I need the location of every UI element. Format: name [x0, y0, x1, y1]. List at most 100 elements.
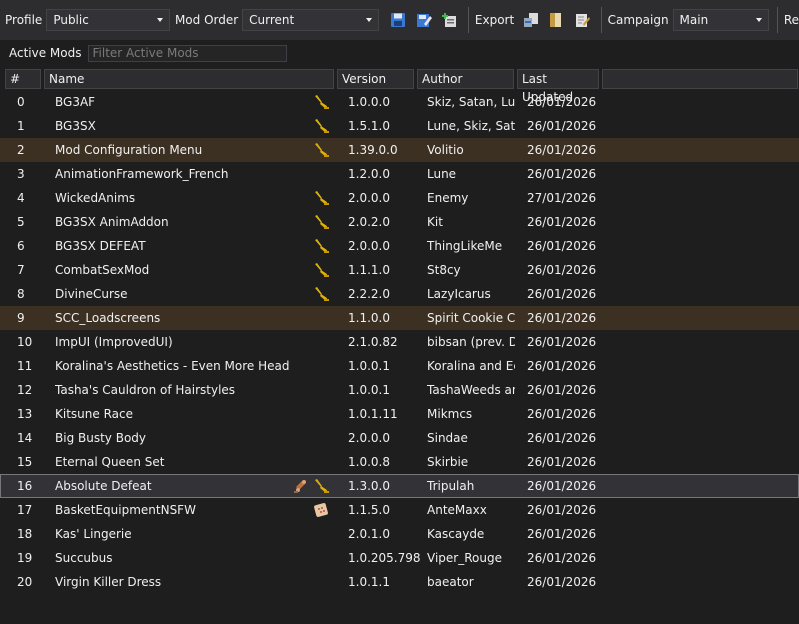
mod-version: 1.1.5.0: [348, 503, 390, 517]
truncated-toolbar-label[interactable]: Re: [784, 13, 799, 27]
toolbar-separator: [600, 7, 602, 33]
campaign-select-value: Main: [679, 13, 709, 27]
mod-index: 18: [17, 527, 33, 541]
mod-name: Big Busty Body: [55, 431, 147, 445]
mod-author: Koralina and Eclipse: [427, 359, 515, 373]
table-row[interactable]: 7 CombatSexMod 1.1.1.0 St8cy 26/01/2026: [0, 258, 799, 282]
table-row[interactable]: 1 BG3SX 1.5.1.0 Lune, Skiz, Satan 26/01/2026: [0, 114, 799, 138]
export-text-button[interactable]: [571, 9, 592, 31]
table-row[interactable]: 4 WickedAnims 2.0.0.0 Enemy 27/01/2026: [0, 186, 799, 210]
mod-last-updated: 26/01/2026: [527, 239, 597, 253]
mod-name: WickedAnims: [55, 191, 136, 205]
mod-name: Eternal Queen Set: [55, 455, 165, 469]
table-row[interactable]: 6 BG3SX DEFEAT 2.0.0.0 ThingLikeMe 26/01/202…: [0, 234, 799, 258]
mod-name: CombatSexMod: [55, 263, 150, 277]
table-row[interactable]: 18 Kas' Lingerie 2.0.1.0 Kascayde 26/01/2026: [0, 522, 799, 546]
chevron-down-icon: [755, 18, 762, 22]
table-row[interactable]: 5 BG3SX AnimAddon 2.0.2.0 Kit 26/01/2026: [0, 210, 799, 234]
save-order-as-button[interactable]: [413, 9, 434, 31]
table-row[interactable]: 13 Kitsune Race 1.0.1.11 Mikmcs 26/01/2026: [0, 402, 799, 426]
profile-label: Profile: [5, 13, 43, 27]
active-mods-label: Active Mods: [9, 46, 82, 60]
table-row[interactable]: 14 Big Busty Body 2.0.0.0 Sindae 26/01/2026: [0, 426, 799, 450]
filter-active-mods-input[interactable]: [87, 44, 287, 62]
table-row[interactable]: 8 DivineCurse 2.2.2.0 LazyIcarus 26/01/2026: [0, 282, 799, 306]
table-row[interactable]: 20 Virgin Killer Dress 1.0.1.1 baeator 26/01…: [0, 570, 799, 594]
mod-author: Volitio: [427, 143, 464, 157]
mod-version: 1.0.0.8: [348, 455, 390, 469]
table-row[interactable]: 11 Koralina's Aesthetics - Even More Head…: [0, 354, 799, 378]
mod-author: AnteMaxx: [427, 503, 487, 517]
mod-last-updated: 26/01/2026: [527, 359, 597, 373]
profile-select[interactable]: Public: [46, 9, 170, 31]
mod-order-select-value: Current: [249, 13, 295, 27]
table-row[interactable]: 10 ImpUI (ImprovedUI) 2.1.0.82 bibsan (prev…: [0, 330, 799, 354]
mod-last-updated: 26/01/2026: [527, 335, 597, 349]
mod-index: 0: [17, 95, 25, 109]
save-order-button[interactable]: [387, 9, 408, 31]
table-row[interactable]: 12 Tasha's Cauldron of Hairstyles 1.0.0.1 T…: [0, 378, 799, 402]
mod-version: 2.0.0.0: [348, 239, 390, 253]
mod-version: 1.0.0.0: [348, 95, 390, 109]
mod-last-updated: 26/01/2026: [527, 311, 597, 325]
table-row[interactable]: 16 Absolute Defeat 1.3.0.0 Tripulah 26/01/20…: [0, 474, 799, 498]
toolbar: Profile Public Mod Order Current Export: [0, 0, 799, 40]
export-order-icon: [550, 13, 562, 27]
mod-index: 2: [17, 143, 25, 157]
table-row[interactable]: 3 AnimationFramework_French 1.2.0.0 Lune 26/…: [0, 162, 799, 186]
table-header: # Name Version Author Last Updated: [0, 68, 799, 104]
wrench-icon: [313, 190, 329, 206]
wrench-icon: [313, 214, 329, 230]
mod-author: Kit: [427, 215, 443, 229]
mod-name: BG3SX AnimAddon: [55, 215, 169, 229]
mod-name: BG3SX DEFEAT: [55, 239, 146, 253]
add-order-icon: [442, 13, 457, 27]
table-row[interactable]: 0 BG3AF 1.0.0.0 Skiz, Satan, Lune 26/01/2026: [0, 90, 799, 114]
column-header-version[interactable]: Version: [337, 69, 414, 89]
campaign-label: Campaign: [607, 13, 669, 27]
table-row[interactable]: 9 SCC_Loadscreens 1.1.0.0 Spirit Cookie Cak…: [0, 306, 799, 330]
export-game-button[interactable]: [520, 9, 541, 31]
mod-version: 1.0.0.1: [348, 359, 390, 373]
mod-author: Lune, Skiz, Satan: [427, 119, 515, 133]
mod-index: 10: [17, 335, 33, 349]
save-as-icon: [416, 14, 432, 27]
column-header-index[interactable]: #: [5, 69, 41, 89]
mod-name: Kitsune Race: [55, 407, 133, 421]
mod-author: Viper_Rouge: [427, 551, 502, 565]
mod-last-updated: 26/01/2026: [527, 407, 597, 421]
patch-icon: [313, 502, 329, 518]
mod-last-updated: 26/01/2026: [527, 383, 597, 397]
mod-version: 2.0.1.0: [348, 527, 390, 541]
active-mods-filter-row: Active Mods: [0, 43, 799, 63]
mod-author: Enemy: [427, 191, 469, 205]
column-header-last-updated[interactable]: Last Updated: [517, 69, 599, 104]
mod-version: 1.39.0.0: [348, 143, 398, 157]
chevron-down-icon: [366, 18, 373, 22]
export-label: Export: [474, 13, 515, 27]
mod-index: 14: [17, 431, 33, 445]
add-order-button[interactable]: [438, 9, 459, 31]
campaign-select[interactable]: Main: [672, 9, 769, 31]
mod-last-updated: 26/01/2026: [527, 167, 597, 181]
table-row[interactable]: 15 Eternal Queen Set 1.0.0.8 Skirbie 26/01/2…: [0, 450, 799, 474]
export-order-button[interactable]: [546, 9, 567, 31]
mod-index: 11: [17, 359, 33, 373]
table-row[interactable]: 17 BasketEquipmentNSFW 1.1.5.0 AnteMaxx 26/0…: [0, 498, 799, 522]
mod-version: 1.1.1.0: [348, 263, 390, 277]
mod-author: Spirit Cookie Cake: [427, 311, 515, 325]
mod-name: Kas' Lingerie: [55, 527, 132, 541]
table-body: 0 BG3AF 1.0.0.0 Skiz, Satan, Lune 26/01/2026…: [0, 90, 799, 594]
profile-select-value: Public: [53, 13, 89, 27]
mod-last-updated: 26/01/2026: [527, 215, 597, 229]
table-row[interactable]: 19 Succubus 1.0.205.7982 Viper_Rouge 26/01/2…: [0, 546, 799, 570]
column-header-author[interactable]: Author: [417, 69, 514, 89]
column-header-filler: [602, 69, 798, 89]
mod-version: 2.0.0.0: [348, 191, 390, 205]
mod-name: Mod Configuration Menu: [55, 143, 203, 157]
column-header-name[interactable]: Name: [44, 69, 334, 89]
mod-order-select[interactable]: Current: [242, 9, 380, 31]
mod-last-updated: 26/01/2026: [527, 551, 597, 565]
mod-name: BG3AF: [55, 95, 96, 109]
table-row[interactable]: 2 Mod Configuration Menu 1.39.0.0 Volitio 26…: [0, 138, 799, 162]
